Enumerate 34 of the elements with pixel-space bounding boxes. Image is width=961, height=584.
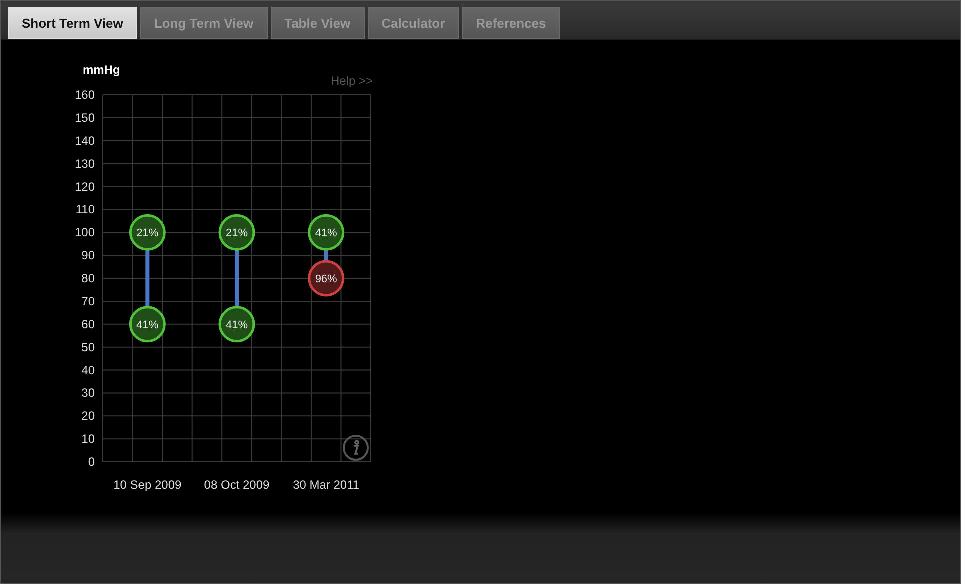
tab[interactable]: Table View	[270, 7, 365, 39]
tab[interactable]: Long Term View	[140, 7, 268, 39]
percentage-label: 41%	[315, 228, 338, 240]
axis-label: 160	[74, 88, 95, 102]
axis-label: 100	[74, 226, 95, 240]
percentage-label: 96%	[315, 274, 338, 286]
percentage-label: 21%	[136, 228, 159, 240]
axis-title: mmHg	[83, 63, 120, 77]
axis-label: 90	[82, 248, 95, 263]
percentage-label: 41%	[136, 319, 159, 332]
axis-label: 140	[74, 134, 95, 148]
axis-label: 30 Mar 2011	[293, 478, 360, 492]
tab[interactable]: Short Term View	[8, 7, 138, 39]
axis-label: 10 Sep 2009	[114, 478, 182, 492]
axis-label: 30	[82, 386, 95, 400]
axis-label: 150	[74, 110, 95, 125]
axis-label: 130	[74, 156, 95, 171]
axis-label: 0	[88, 455, 95, 469]
axis-label: 08 Oct 2009	[204, 478, 270, 492]
axis-label: 50	[82, 340, 95, 354]
axis-label: 80	[82, 272, 95, 286]
axis-label: 110	[76, 202, 95, 217]
help-link[interactable]: Help >>	[330, 74, 373, 88]
tab[interactable]: References	[462, 7, 560, 39]
axis-label: 10	[82, 432, 95, 446]
percentage-label: 41%	[226, 319, 248, 332]
tab[interactable]: Calculator	[368, 7, 460, 39]
percentage-label: 21%	[226, 228, 248, 240]
info-icon[interactable]	[343, 435, 369, 461]
axis-label: 70	[82, 294, 95, 308]
axis-label: 120	[74, 180, 95, 194]
axis-label: 40	[82, 363, 95, 378]
axis-label: 20	[82, 409, 95, 424]
axis-label: 60	[82, 317, 95, 332]
